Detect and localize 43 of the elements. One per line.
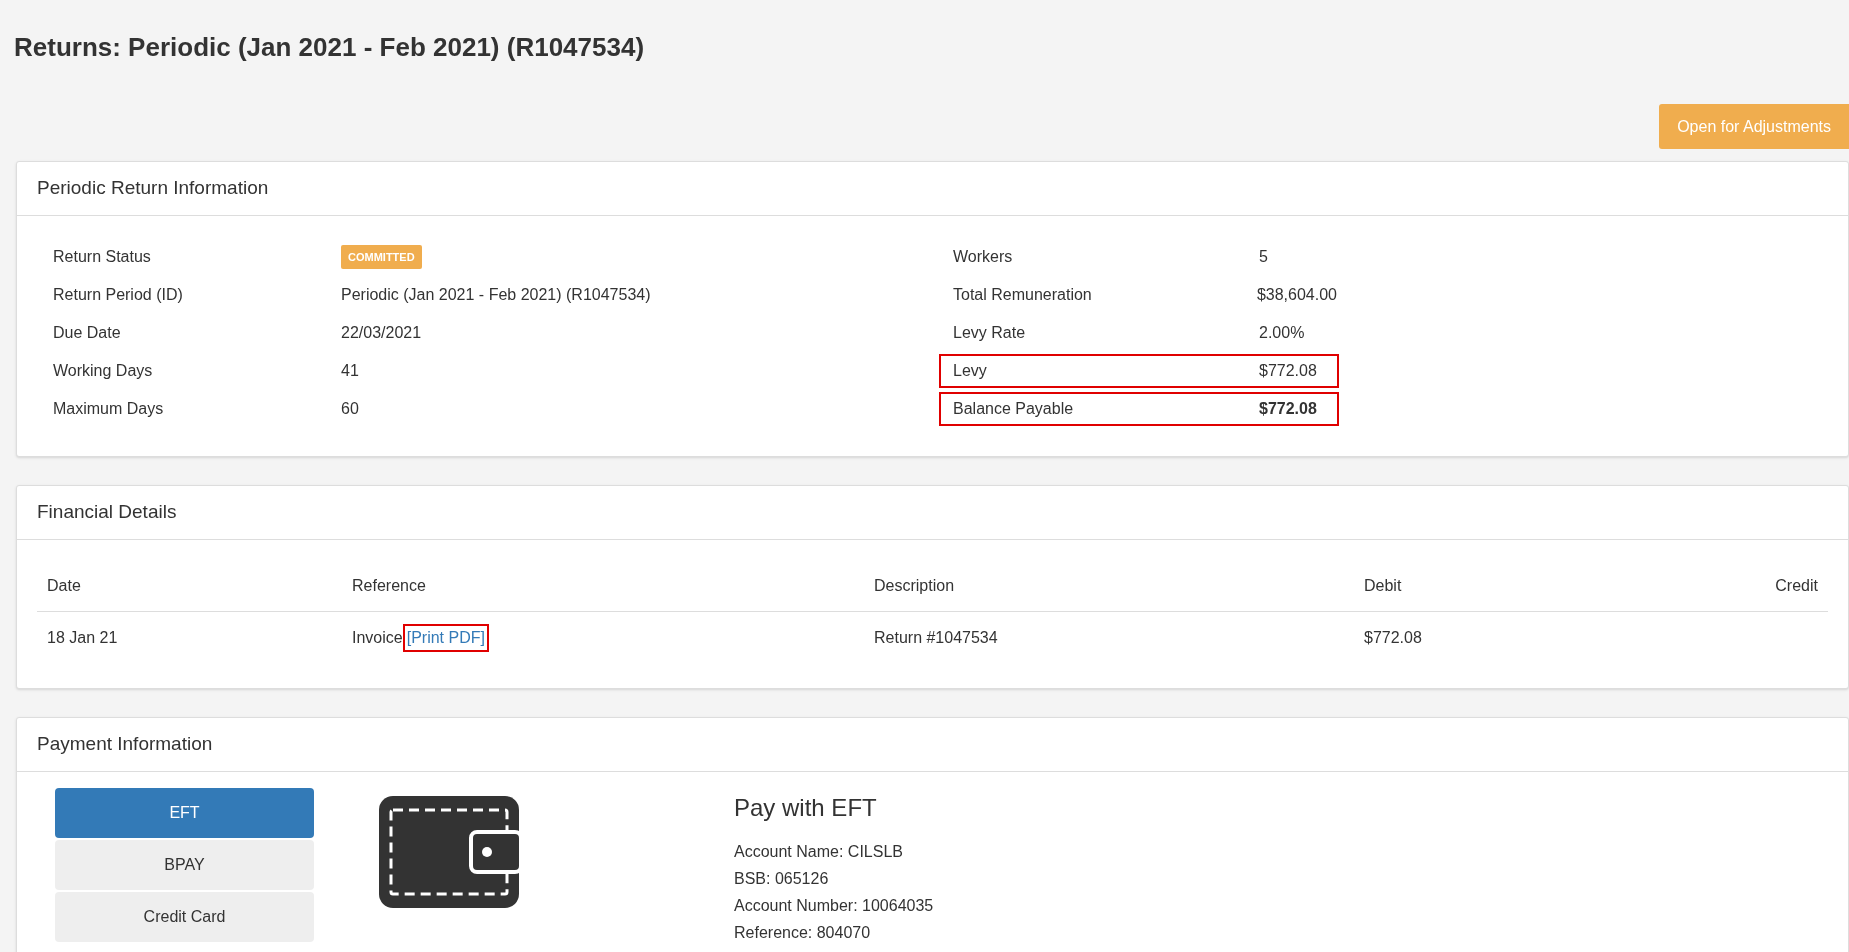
- field-label: Return Period (ID): [52, 285, 184, 305]
- field-value: $38,604.00: [1256, 285, 1337, 305]
- field-label: Balance Payable: [953, 399, 1075, 419]
- field-value: $772.08: [1259, 399, 1317, 419]
- field-value: 2.00%: [1259, 323, 1305, 343]
- column-header: Date: [47, 575, 82, 596]
- payment-method-tab[interactable]: BPAY: [55, 840, 314, 890]
- payment-detail: BSB: 065126: [734, 869, 830, 889]
- field-value: 41: [341, 361, 359, 381]
- payment-heading: Pay with EFT: [734, 793, 878, 823]
- page-title: Returns: Periodic (Jan 2021 - Feb 2021) (R1047534): [14, 31, 646, 64]
- column-header: Reference: [352, 575, 427, 596]
- payment-detail: Reference: 804070: [734, 923, 872, 943]
- field-label: Workers: [953, 247, 1014, 267]
- table-cell-text: 18 Jan 21: [47, 628, 119, 648]
- table-cell-text: Invoice: [352, 628, 403, 648]
- column-header: Credit: [1774, 575, 1818, 596]
- field-label: Working Days: [52, 361, 154, 381]
- table-cell-text: $772.08: [1364, 628, 1423, 648]
- column-header: Debit: [1364, 575, 1403, 596]
- field-label: Maximum Days: [52, 399, 165, 419]
- payment-detail: Account Number: 10064035: [734, 896, 934, 916]
- panel-title: Payment Information: [37, 732, 213, 757]
- payment-detail: Account Name: CILSLB: [734, 842, 904, 862]
- panel-title: Financial Details: [37, 500, 177, 525]
- field-label: Due Date: [52, 323, 122, 343]
- payment-method-tab[interactable]: EFT: [55, 788, 314, 838]
- field-value: 22/03/2021: [341, 323, 422, 343]
- field-label: Levy: [953, 361, 988, 381]
- payment-method-tab[interactable]: Credit Card: [55, 892, 314, 942]
- field-value: $772.08: [1259, 361, 1317, 381]
- field-value: 60: [341, 399, 359, 419]
- field-label: Return Status: [52, 247, 152, 267]
- wallet-icon: [377, 794, 521, 910]
- print-pdf-link[interactable]: [Print PDF]: [402, 624, 489, 652]
- status-badge: COMMITTED: [341, 244, 422, 270]
- column-header: Description: [874, 575, 956, 596]
- panel-title: Periodic Return Information: [37, 176, 269, 201]
- field-label: Total Remuneration: [953, 285, 1093, 305]
- field-value: Periodic (Jan 2021 - Feb 2021) (R1047534): [341, 285, 651, 305]
- field-value: 5: [1259, 247, 1268, 267]
- table-cell-text: Return #1047534: [874, 628, 999, 648]
- field-label: Levy Rate: [953, 323, 1027, 343]
